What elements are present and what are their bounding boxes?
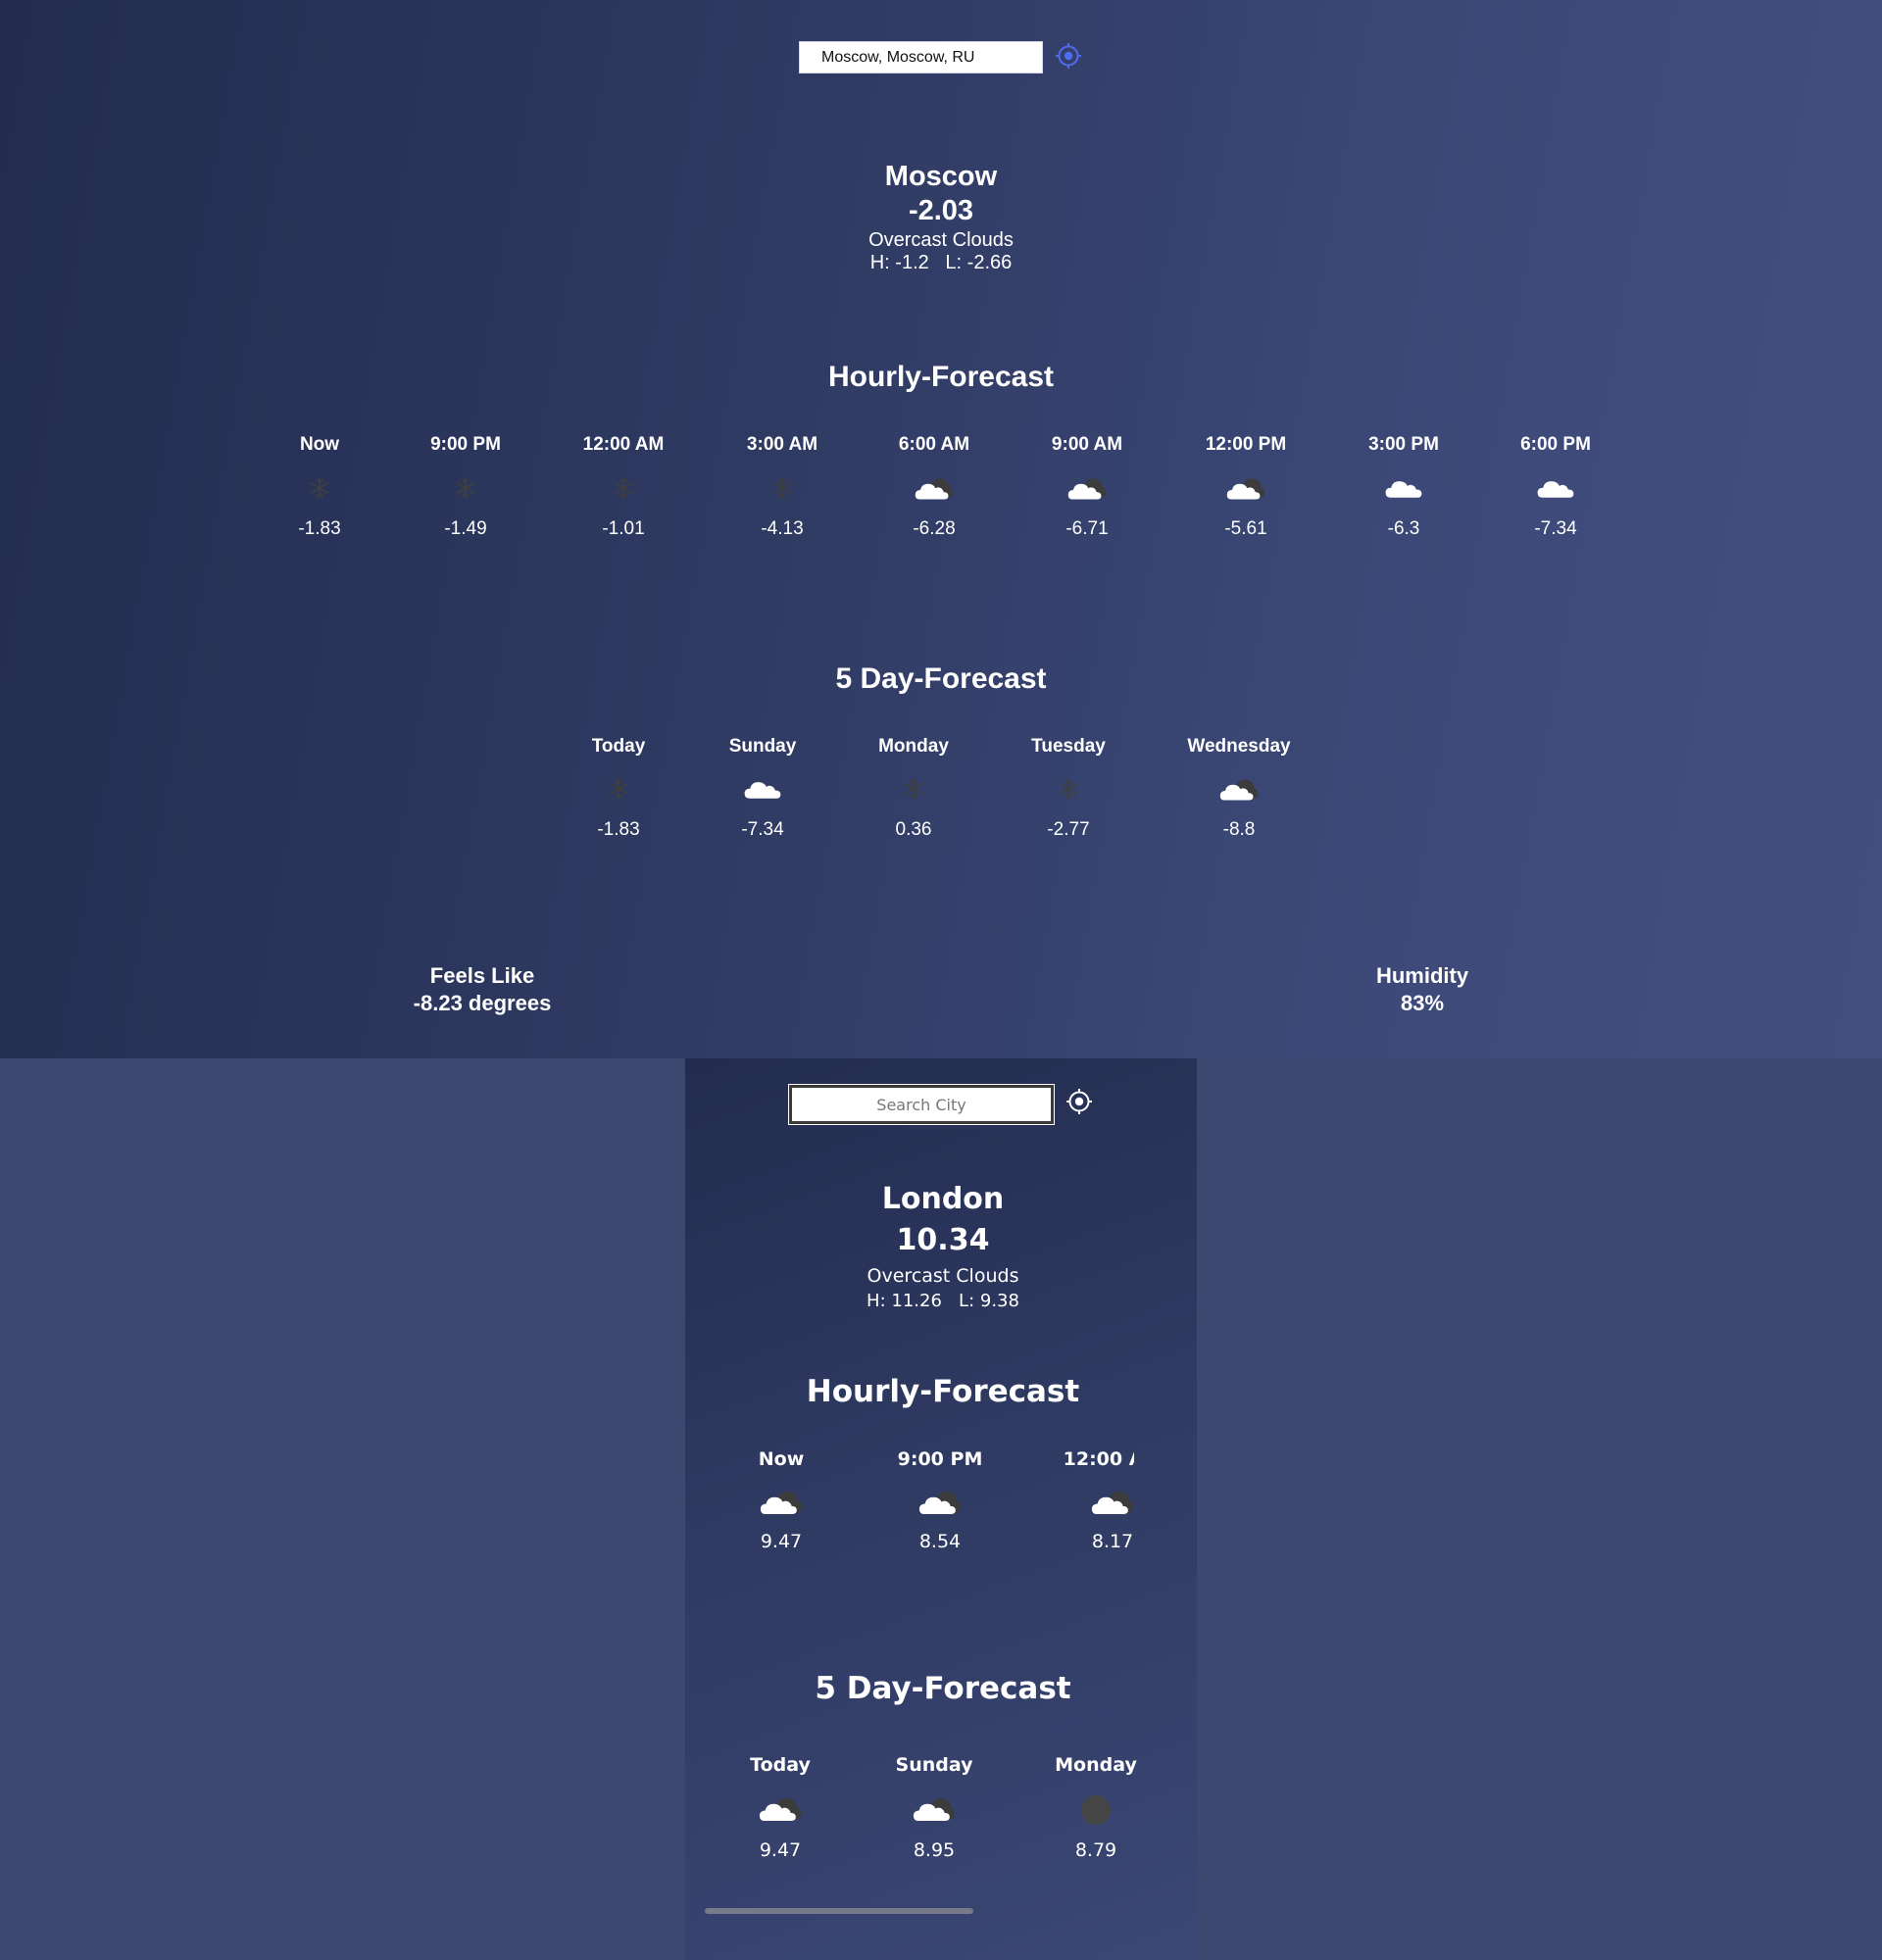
hourly-item-temperature: 9.47 [760,1531,803,1552]
hourly-item-label: 9:00 PM [897,1448,983,1470]
feels-like-value: -8.23 degrees [413,991,552,1015]
rain-icon [1080,1794,1112,1826]
hourly-item-temperature: -1.01 [602,518,645,539]
current-condition: Overcast Clouds [867,1265,1019,1287]
feels-like-label: Feels Like [429,963,535,988]
feels-like-card: Feels Like -8.23 degrees [414,962,552,1017]
snow-icon [901,776,926,802]
snow-icon [1056,776,1081,802]
broken-clouds-icon [1090,1488,1134,1518]
daily-item-label: Monday [878,736,949,757]
cloud-icon [742,776,783,804]
daily-item-label: Tuesday [1031,736,1106,757]
hourly-item-label: 6:00 PM [1520,434,1591,455]
current-location-icon[interactable] [1056,43,1081,69]
current-temperature: 10.34 [896,1223,990,1257]
snow-icon [307,475,332,501]
hourly-item-label: Now [758,1448,805,1470]
hourly-item-temperature: -5.61 [1224,518,1267,539]
daily-forecast-title: 5 Day-Forecast [815,1671,1071,1706]
broken-clouds-icon [759,1488,804,1518]
horizontal-scrollbar[interactable] [705,1908,973,1914]
broken-clouds-icon [917,1488,963,1518]
hourly-item-label: 12:00 AM [582,434,665,455]
hourly-item-temperature: -7.34 [1534,518,1577,539]
cloud-icon [1535,475,1576,503]
broken-clouds-icon [1066,475,1108,503]
humidity-label: Humidity [1375,963,1469,988]
daily-item-temperature: 8.95 [913,1839,956,1861]
hourly-item-temperature: 8.17 [1091,1531,1134,1552]
broken-clouds-icon [914,475,955,503]
daily-item-temperature: 0.36 [895,819,932,840]
daily-item-label: Monday [1055,1754,1137,1776]
broken-clouds-icon [1218,776,1260,804]
daily-item-temperature: -2.77 [1047,819,1090,840]
desktop-weather-view: Moscow -2.03 Overcast Clouds H: -1.2 L: … [0,0,1882,1058]
humidity-card: Humidity 83% [1376,962,1468,1017]
broken-clouds-icon [758,1794,803,1825]
hourly-item-temperature: 8.54 [918,1531,962,1552]
hourly-item-label: 9:00 AM [1051,434,1123,455]
hourly-item-label: 6:00 AM [898,434,970,455]
hourly-forecast-title: Hourly-Forecast [806,1374,1080,1409]
hourly-item-label: 3:00 AM [746,434,818,455]
current-condition: Overcast Clouds [868,229,1014,251]
daily-item-label: Today [591,736,646,757]
snow-icon [606,776,631,802]
hourly-item-temperature: -6.71 [1065,518,1109,539]
hourly-forecast-scroller[interactable]: Now 9.47 9:00 PM 8.54 12:00 AM 8.17 [685,1441,1134,1558]
daily-item-label: Sunday [728,736,797,757]
hourly-item-temperature: -6.3 [1387,518,1420,539]
daily-forecast-title: 5 Day-Forecast [835,662,1047,695]
snow-icon [769,475,795,501]
humidity-value: 83% [1400,991,1445,1015]
current-city: Moscow [884,161,998,192]
daily-item-label: Wednesday [1187,736,1291,757]
current-location-icon[interactable] [1066,1089,1092,1114]
daily-item-temperature: 9.47 [759,1839,802,1861]
daily-item-temperature: 8.79 [1074,1839,1117,1861]
daily-item-label: Sunday [895,1754,973,1776]
daily-item-temperature: -7.34 [741,819,784,840]
hourly-forecast-title: Hourly-Forecast [827,361,1055,393]
cloud-icon [1383,475,1424,503]
broken-clouds-icon [1225,475,1266,503]
mobile-weather-view: London 10.34 Overcast Clouds H: 11.26 L:… [685,1058,1197,1960]
daily-item-label: Today [750,1754,811,1776]
hourly-item-label: 12:00 PM [1205,434,1287,455]
city-search-input[interactable] [789,1085,1054,1124]
broken-clouds-icon [912,1794,957,1825]
current-temperature: -2.03 [908,195,974,226]
city-search-input[interactable] [799,41,1043,74]
hourly-item-temperature: -1.83 [298,518,341,539]
hourly-item-label: 12:00 AM [1063,1448,1134,1470]
daily-item-temperature: -8.8 [1222,819,1256,840]
hourly-item-label: 3:00 PM [1368,434,1439,455]
high-low-temperature: H: -1.2 L: -2.66 [869,252,1013,273]
snow-icon [611,475,636,501]
hourly-item-temperature: -4.13 [761,518,804,539]
hourly-item-label: 9:00 PM [430,434,501,455]
high-low-temperature: H: 11.26 L: 9.38 [867,1291,1019,1311]
hourly-item-temperature: -1.49 [444,518,487,539]
hourly-item-temperature: -6.28 [913,518,956,539]
daily-item-temperature: -1.83 [597,819,640,840]
snow-icon [453,475,478,501]
current-city: London [881,1182,1005,1216]
hourly-item-label: Now [299,434,340,455]
